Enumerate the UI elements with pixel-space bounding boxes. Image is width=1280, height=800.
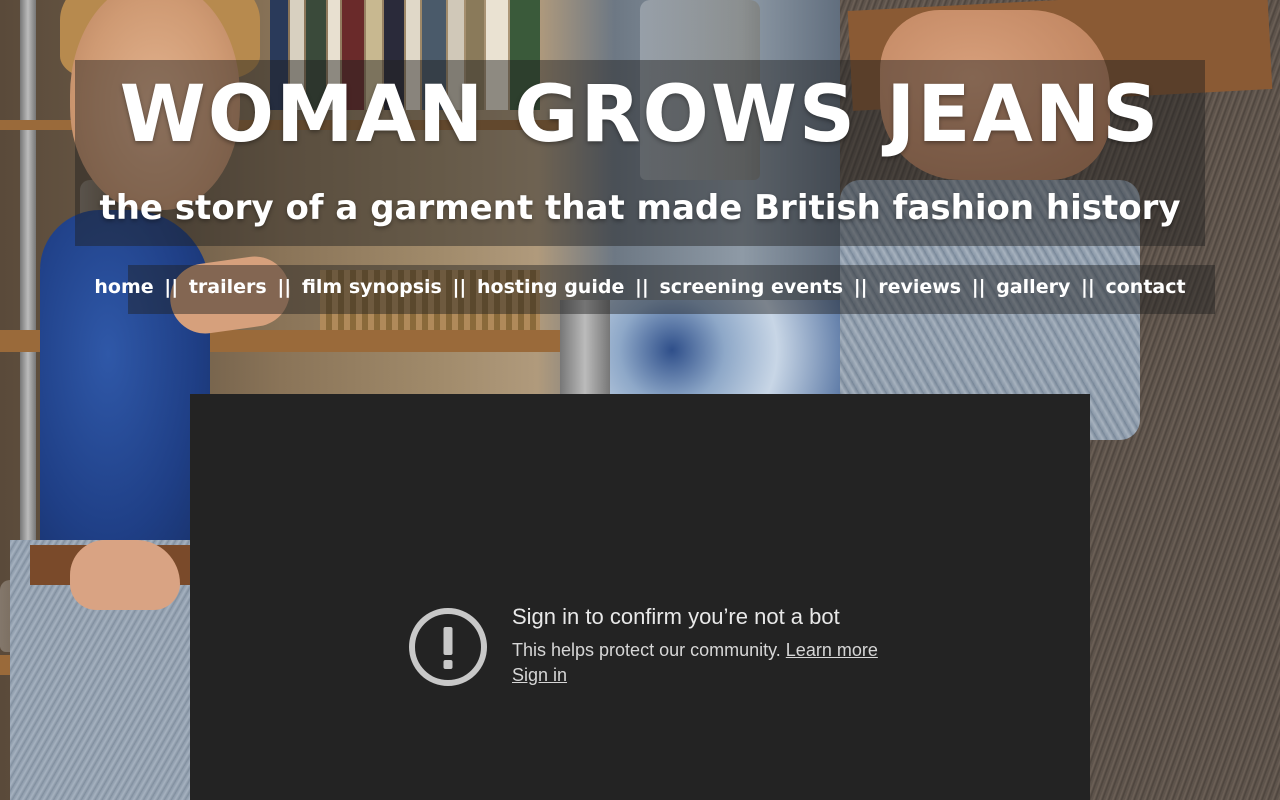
dyed-fabric [600,300,840,400]
nav-separator: || [634,276,649,298]
sign-in-link[interactable]: Sign in [512,665,567,686]
bot-check-heading: Sign in to confirm you’re not a bot [512,604,840,629]
site-title: WOMAN GROWS JEANS [119,70,1161,160]
video-player[interactable]: Sign in to confirm you’re not a bot This… [190,394,1090,800]
nav-link-screening-events[interactable]: screening events [659,276,843,298]
site-subtitle: the story of a garment that made British… [99,188,1181,228]
nav-separator: || [277,276,292,298]
woman-hand [70,540,180,610]
nav-link-home[interactable]: home [94,276,153,298]
bot-check-description: This helps protect our community. [512,640,781,660]
woman-shirt [40,210,210,570]
nav-link-film-synopsis[interactable]: film synopsis [302,276,442,298]
nav-link-contact[interactable]: contact [1105,276,1185,298]
learn-more-link[interactable]: Learn more [786,640,878,660]
nav-separator: || [164,276,179,298]
bot-check-description-line: This helps protect our community. Learn … [512,640,878,661]
nav-separator: || [971,276,986,298]
nav-link-trailers[interactable]: trailers [189,276,267,298]
main-nav: home || trailers || film synopsis || hos… [0,276,1280,298]
nav-separator: || [853,276,868,298]
nav-link-hosting-guide[interactable]: hosting guide [477,276,624,298]
pipe [560,300,610,400]
nav-link-gallery[interactable]: gallery [996,276,1070,298]
nav-separator: || [1080,276,1095,298]
exclamation-circle-icon [409,608,487,686]
nav-link-reviews[interactable]: reviews [878,276,961,298]
nav-separator: || [452,276,467,298]
